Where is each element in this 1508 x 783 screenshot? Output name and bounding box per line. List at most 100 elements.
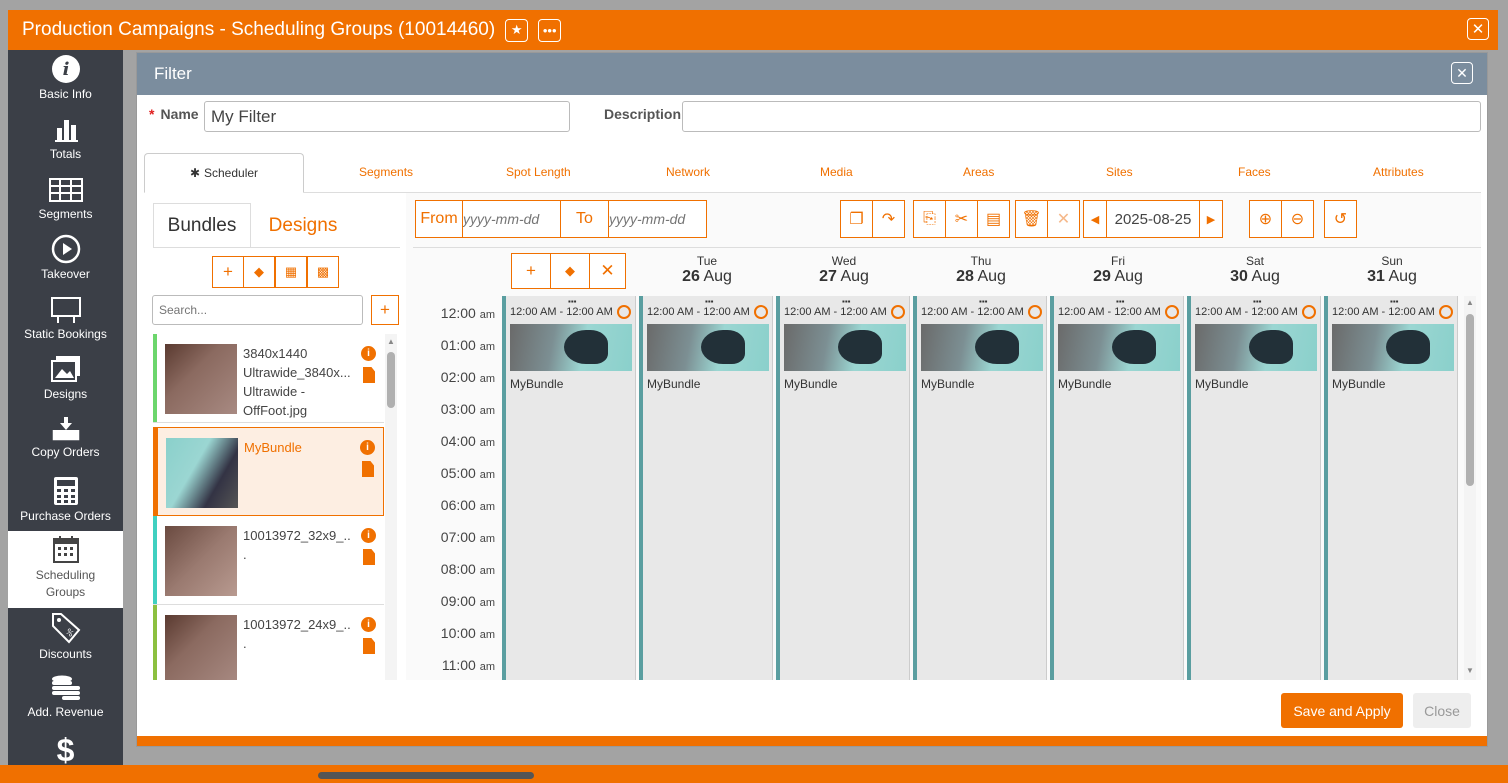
drag-handle-icon[interactable]: ▪▪▪ <box>705 297 714 306</box>
forward-icon[interactable]: ↷ <box>872 200 905 238</box>
day-column[interactable]: ▪▪▪ 12:00 AM - 12:00 AM MyBundle <box>776 296 910 680</box>
tab-attributes[interactable]: Attributes <box>1373 165 1424 179</box>
bundle-list-item-selected[interactable]: MyBundle i <box>153 427 384 516</box>
drag-handle-icon[interactable]: ▪▪▪ <box>842 297 851 306</box>
file-icon[interactable] <box>362 461 374 477</box>
tab-faces[interactable]: Faces <box>1238 165 1271 179</box>
duplicate-icon[interactable]: ❐ <box>840 200 873 238</box>
from-date-input[interactable] <box>462 200 561 238</box>
delete-trash-icon[interactable]: 🗑 <box>1015 200 1048 238</box>
dialog-close-icon[interactable]: ✕ <box>1451 62 1473 84</box>
drag-handle-icon[interactable]: ▪▪▪ <box>1390 297 1399 306</box>
save-and-apply-button[interactable]: Save and Apply <box>1281 693 1403 728</box>
sidebar-item-copy-orders[interactable]: Copy Orders <box>8 416 123 474</box>
drag-handle-icon[interactable]: ▪▪▪ <box>1253 297 1262 306</box>
from-label: From <box>415 200 463 238</box>
fill-bucket-icon[interactable]: ◆ <box>550 253 590 289</box>
event-thumbnail-shoe <box>1249 330 1293 364</box>
add-event-icon[interactable]: + <box>511 253 551 289</box>
clock-icon <box>1439 305 1453 319</box>
calendar-small-icon[interactable]: ▦ <box>275 256 307 288</box>
drag-handle-icon[interactable]: ▪▪▪ <box>568 297 577 306</box>
calendar-scrollbar[interactable]: ▲ ▼ <box>1464 296 1476 680</box>
bundle-search-input[interactable] <box>152 295 363 325</box>
next-week-icon[interactable]: ▶ <box>1199 200 1223 238</box>
sidebar-item-discounts[interactable]: % Discounts <box>8 612 123 670</box>
hour-label: 09:00 am <box>440 593 495 609</box>
sidebar-item-scheduling-groups[interactable]: Scheduling Groups <box>8 531 123 608</box>
tab-spot-length[interactable]: Spot Length <box>506 165 571 179</box>
clear-x-icon[interactable]: ✕ <box>1047 200 1080 238</box>
sidebar-item-purchase-orders[interactable]: Purchase Orders <box>8 476 123 534</box>
event-thumbnail-shoe <box>564 330 608 364</box>
day-header: Wed 27 Aug <box>819 254 869 285</box>
cut-scissors-icon[interactable]: ✂ <box>945 200 978 238</box>
day-column[interactable]: ▪▪▪ 12:00 AM - 12:00 AM MyBundle <box>1324 296 1458 680</box>
event-name: MyBundle <box>510 377 564 391</box>
sidebar-item-segments[interactable]: Segments <box>8 176 123 234</box>
sidebar-item-add-revenue[interactable]: Add. Revenue <box>8 674 123 732</box>
event-thumbnail-shoe <box>701 330 745 364</box>
drag-handle-icon[interactable]: ▪▪▪ <box>979 297 988 306</box>
sidebar-item-takeover[interactable]: Takeover <box>8 234 123 292</box>
add-bundle-icon[interactable]: + <box>371 295 399 325</box>
tab-segments[interactable]: Segments <box>359 165 413 179</box>
day-column[interactable]: ▪▪▪ 12:00 AM - 12:00 AM MyBundle <box>1187 296 1321 680</box>
zoom-out-icon[interactable]: ⊖ <box>1281 200 1314 238</box>
file-icon[interactable] <box>363 638 375 654</box>
drag-handle-icon[interactable]: ▪▪▪ <box>1116 297 1125 306</box>
sidebar-item-static-bookings[interactable]: Static Bookings <box>8 296 123 354</box>
subtab-designs[interactable]: Designs <box>251 203 355 248</box>
description-label: Description <box>604 106 682 122</box>
to-label: To <box>560 200 609 238</box>
subtab-bundles[interactable]: Bundles <box>153 203 251 248</box>
previous-week-icon[interactable]: ◀ <box>1083 200 1107 238</box>
tab-network[interactable]: Network <box>666 165 710 179</box>
info-circle-icon[interactable]: i <box>361 528 376 543</box>
sidebar-item-totals[interactable]: Totals <box>8 116 123 174</box>
name-label: * Name <box>149 106 199 122</box>
tab-areas[interactable]: Areas <box>963 165 994 179</box>
more-options-icon[interactable]: ••• <box>538 18 562 42</box>
bundle-list-item[interactable]: 10013972_32x9_... i <box>153 516 384 605</box>
horizontal-scrollbar[interactable] <box>318 772 534 779</box>
info-circle-icon[interactable]: i <box>360 440 375 455</box>
day-column[interactable]: ▪▪▪ 12:00 AM - 12:00 AM MyBundle <box>1050 296 1184 680</box>
day-column[interactable]: ▪▪▪ 12:00 AM - 12:00 AM MyBundle <box>502 296 636 680</box>
bundle-list-item[interactable]: 3840x1440 Ultrawide_3840x... Ultrawide -… <box>153 334 384 423</box>
file-icon[interactable] <box>363 549 375 565</box>
day-column[interactable]: ▪▪▪ 12:00 AM - 12:00 AM MyBundle <box>913 296 1047 680</box>
tab-sites[interactable]: Sites <box>1106 165 1133 179</box>
current-date-display[interactable]: 2025-08-25 <box>1106 200 1200 238</box>
hour-label: 07:00 am <box>440 529 495 545</box>
sidebar-item-basic-info[interactable]: i Basic Info <box>8 54 123 112</box>
bundle-list-scrollbar[interactable]: ▲ <box>385 334 397 680</box>
clear-events-icon[interactable]: ✕ <box>589 253 626 289</box>
tab-media[interactable]: Media <box>820 165 853 179</box>
sidebar-item-designs[interactable]: Designs <box>8 354 123 412</box>
hour-label: 01:00 am <box>440 337 495 353</box>
svg-text:i: i <box>62 59 69 80</box>
add-icon[interactable]: + <box>212 256 244 288</box>
tab-scheduler[interactable]: ✱ Scheduler <box>144 153 304 193</box>
copy-icon[interactable]: ⎘ <box>913 200 946 238</box>
sidebar-item-dollar[interactable]: $ <box>8 732 123 765</box>
clock-icon <box>1302 305 1316 319</box>
close-button[interactable]: Close <box>1413 693 1471 728</box>
billboard-icon <box>50 297 81 323</box>
bundle-list-item[interactable]: 10013972_24x9_... i <box>153 605 384 680</box>
zoom-in-icon[interactable]: ⊕ <box>1249 200 1282 238</box>
file-icon[interactable] <box>363 367 375 383</box>
description-input[interactable] <box>682 101 1481 132</box>
day-column[interactable]: ▪▪▪ 12:00 AM - 12:00 AM MyBundle <box>639 296 773 680</box>
calendar-alt-icon[interactable]: ▩ <box>307 256 339 288</box>
info-circle-icon[interactable]: i <box>361 346 376 361</box>
name-input[interactable] <box>204 101 570 132</box>
info-circle-icon[interactable]: i <box>361 617 376 632</box>
window-close-icon[interactable]: ✕ <box>1467 18 1489 40</box>
paint-bucket-icon[interactable]: ◆ <box>243 256 275 288</box>
to-date-input[interactable] <box>608 200 707 238</box>
paste-icon[interactable]: ▤ <box>977 200 1010 238</box>
favorite-star-icon[interactable]: ★ <box>505 18 529 42</box>
reset-undo-icon[interactable]: ↺ <box>1324 200 1357 238</box>
